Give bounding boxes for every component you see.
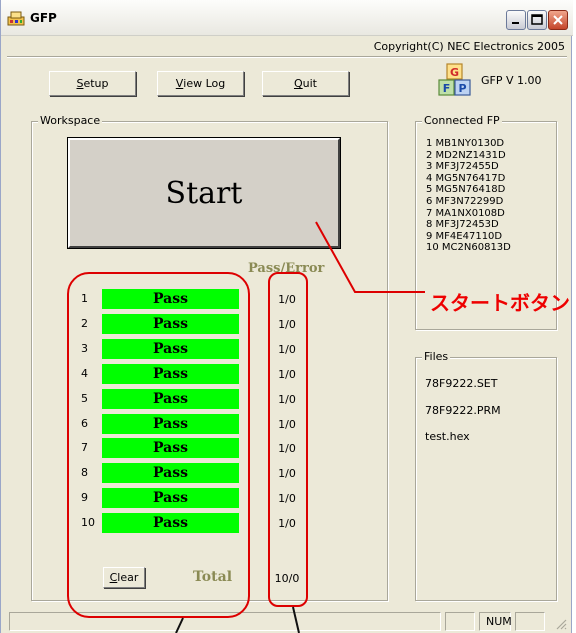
annotation-callout-lines — [175, 221, 425, 633]
start-button-callout-label: スタートボタン — [430, 291, 570, 315]
